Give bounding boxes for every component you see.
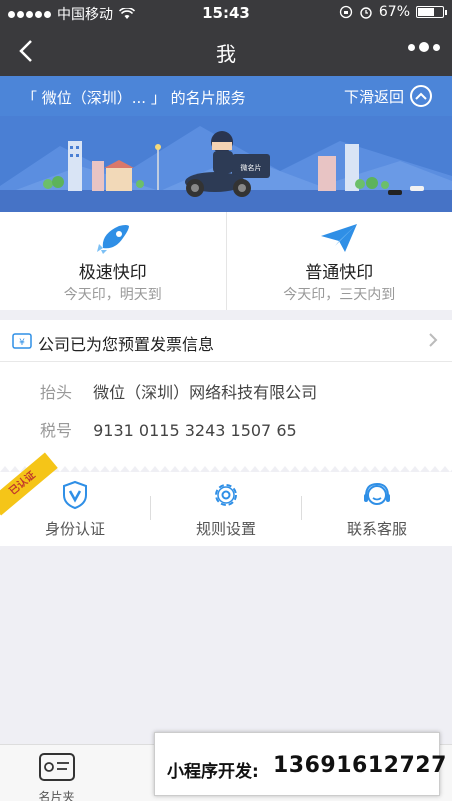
tab-card-holder-label: 名片夹 [38,790,75,801]
standard-print-desc: 今天印，三天内到 [283,287,396,303]
page-title: 我 [216,42,236,66]
invoice-header-row[interactable]: ¥ 公司已为您预置发票信息 [0,320,452,362]
express-print-option[interactable]: 极速快印 今天印，明天到 [0,212,226,310]
battery-icon [416,6,447,18]
rocket-icon [96,225,129,254]
card-holder-icon [38,753,75,781]
invoice-tax-label: 税号 [40,421,73,440]
delivery-illustration: 微名片 [0,116,452,212]
invoice-tax-value: 9131 0115 3243 1507 65 [93,421,297,440]
svg-text:微名片: 微名片 [241,163,262,172]
invoice-title-label: 抬头 [40,383,73,402]
more-button[interactable] [408,42,440,52]
invoice-header-text: 公司已为您预置发票信息 [38,335,215,354]
promo-label: 小程序开发: [167,762,259,782]
headset-icon [364,482,390,505]
zigzag-divider [0,462,452,472]
express-print-desc: 今天印，明天到 [63,287,162,303]
card-service-banner: 「 微位（深圳）... 」 的名片服务 下滑返回 微名片 [0,76,452,212]
print-options: 极速快印 今天印，明天到 普通快印 今天印，三天内到 [0,212,452,310]
customer-service-item[interactable]: 联系客服 [302,472,452,546]
invoice-detail: 抬头 微位（深圳）网络科技有限公司 税号 9131 0115 3243 1507… [0,362,452,466]
slide-back-label: 下滑返回 [343,87,404,106]
nav-bar: 我 [0,26,452,76]
gear-icon [215,484,237,506]
svg-text:¥: ¥ [19,338,25,348]
alarm-icon [360,7,372,19]
status-bar: 中国移动 15:43 67% [0,0,452,26]
promo-phone: 13691612727 [273,753,447,778]
identity-verify-label: 身份认证 [44,520,105,538]
shield-v-icon [63,480,87,510]
promo-overlay: 小程序开发: 13691612727 [154,732,446,796]
chevron-right-icon [429,333,438,347]
invoice-tax-row: 税号 9131 0115 3243 1507 65 [40,417,297,441]
rule-settings-label: 规则设置 [195,520,256,538]
status-right: 67% [339,4,447,20]
rule-settings-item[interactable]: 规则设置 [151,472,301,546]
battery-percent: 67% [378,4,410,20]
card-service-label: 「 微位（深圳）... 」 的名片服务 [22,89,246,107]
paper-plane-icon [321,224,358,252]
chevron-up-icon [410,85,432,107]
express-print-name: 极速快印 [78,263,147,283]
features-row: 身份认证 规则设置 联系客服 [0,472,452,546]
invoice-title-value: 微位（深圳）网络科技有限公司 [93,383,318,402]
standard-print-name: 普通快印 [305,263,374,283]
slide-back-button[interactable]: 下滑返回 [344,85,432,107]
rotation-lock-icon [339,5,353,19]
banner-header: 「 微位（深圳）... 」 的名片服务 下滑返回 [0,76,452,116]
customer-service-label: 联系客服 [346,520,407,538]
standard-print-option[interactable]: 普通快印 今天印，三天内到 [225,212,452,310]
invoice-ticket-icon: ¥ [12,333,32,349]
invoice-title-row: 抬头 微位（深圳）网络科技有限公司 [40,379,317,403]
tab-card-holder[interactable]: 名片夹 [0,745,113,801]
